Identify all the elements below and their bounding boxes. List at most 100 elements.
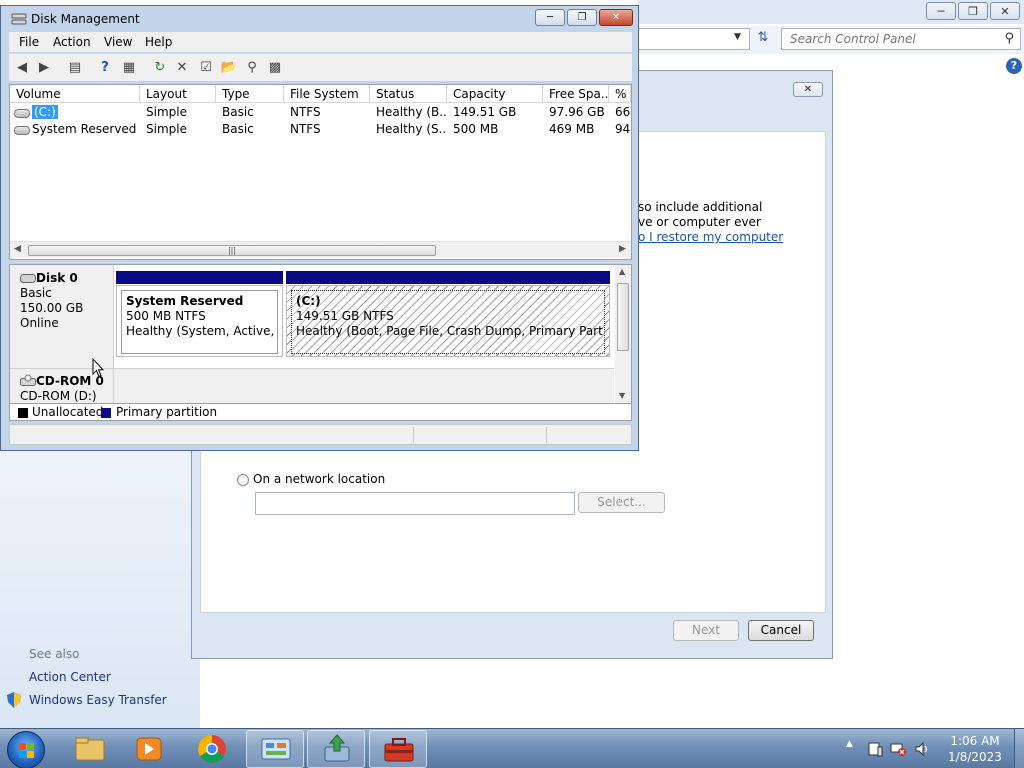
partition-name: System Reserved — [126, 294, 244, 308]
volume-name-c[interactable]: (C:) — [32, 105, 58, 119]
row-percent-free: 66 — [615, 105, 631, 119]
chevron-down-icon[interactable]: ▼ — [734, 32, 741, 42]
restore-computer-link[interactable]: o I restore my computer — [638, 230, 783, 244]
menu-action[interactable]: Action — [53, 35, 91, 49]
row-type: Basic — [222, 105, 254, 119]
show-desktop-button[interactable] — [1014, 729, 1024, 768]
column-header-volume[interactable]: Volume — [10, 85, 140, 103]
close-button[interactable]: ✕ — [990, 2, 1020, 20]
checklist-icon[interactable]: ☑ — [197, 59, 215, 77]
menu-file[interactable]: File — [19, 35, 39, 49]
column-header-percent-free[interactable]: % F — [609, 85, 631, 103]
dialog-close-button[interactable]: ✕ — [793, 82, 823, 97]
restore-button[interactable]: ❐ — [567, 9, 597, 26]
horizontal-scrollbar[interactable]: ◀ ||| ▶ — [10, 241, 631, 258]
mouse-cursor-icon — [92, 358, 104, 378]
taskbar-control-panel-button[interactable] — [246, 730, 304, 768]
status-separator — [413, 427, 414, 443]
network-location-label: On a network location — [253, 472, 386, 486]
search-icon[interactable]: ⚲ — [1004, 31, 1014, 46]
partition-legend: Unallocated Primary partition — [9, 404, 632, 421]
table-row[interactable]: System Reserved — [32, 122, 136, 136]
row-status: Healthy (S... — [376, 122, 446, 136]
scroll-up-icon[interactable]: ▲ — [619, 267, 625, 276]
network-location-input[interactable] — [255, 492, 575, 515]
taskbar-media-player-button[interactable] — [120, 730, 178, 768]
help-icon[interactable]: ? — [96, 59, 114, 77]
row-free-space: 469 MB — [549, 122, 595, 136]
scroll-right-icon[interactable]: ▶ — [619, 244, 626, 254]
taskbar-disk-management-button[interactable] — [369, 730, 427, 768]
menu-view[interactable]: View — [104, 35, 132, 49]
back-icon[interactable]: ◀ — [13, 59, 31, 77]
wizard-text-line2: ve or computer ever — [638, 215, 761, 229]
partition-status: Healthy (Boot, Page File, Crash Dump, Pr… — [296, 324, 605, 338]
windows-easy-transfer-link[interactable]: Windows Easy Transfer — [29, 693, 167, 707]
vertical-scroll-thumb[interactable] — [617, 283, 629, 351]
system-clock[interactable]: 1:06 AM 1/8/2023 — [940, 733, 1010, 765]
control-panel-icon — [261, 738, 291, 760]
volume-icon[interactable] — [914, 741, 930, 757]
column-header-status[interactable]: Status — [370, 85, 447, 103]
disk-management-titlebar[interactable]: Disk Management ─ ❐ ✕ — [1, 6, 638, 32]
column-header-capacity[interactable]: Capacity — [447, 85, 543, 103]
menu-bar: File Action View Help — [9, 32, 632, 52]
vertical-scrollbar[interactable]: ▲ ▼ — [615, 265, 631, 403]
legend-unallocated: Unallocated — [32, 405, 104, 419]
properties-icon[interactable]: ▦ — [120, 59, 138, 77]
taskbar: ▲ 1:06 AM 1/8/2023 — [0, 728, 1024, 768]
table-row[interactable]: (C:) — [32, 105, 58, 119]
show-hidden-icons-icon[interactable]: ▲ — [846, 739, 853, 749]
disk-0-label[interactable]: Disk 0 Basic 150.00 GB Online — [10, 265, 114, 368]
row-layout: Simple — [146, 122, 187, 136]
network-location-radio[interactable] — [237, 474, 249, 486]
close-button[interactable]: ✕ — [599, 9, 633, 26]
network-icon[interactable] — [890, 741, 906, 757]
select-button[interactable]: Select... — [578, 492, 665, 513]
cancel-button[interactable]: Cancel — [748, 620, 814, 641]
help-icon[interactable]: ? — [1006, 58, 1022, 74]
minimize-button[interactable]: ─ — [926, 2, 956, 20]
volume-disk-icon — [14, 109, 30, 118]
row-file-system: NTFS — [290, 105, 321, 119]
restore-button[interactable]: ❐ — [958, 2, 988, 20]
start-button[interactable] — [7, 731, 45, 768]
horizontal-scroll-thumb[interactable]: ||| — [28, 245, 436, 256]
column-header-type[interactable]: Type — [216, 85, 284, 103]
left-pane — [0, 450, 200, 728]
menu-help[interactable]: Help — [145, 35, 172, 49]
partition-system-reserved[interactable]: System Reserved 500 MB NTFS Healthy (Sys… — [116, 285, 283, 357]
next-button[interactable]: Next — [673, 620, 739, 641]
minimize-button[interactable]: ─ — [535, 9, 565, 26]
row-file-system: NTFS — [290, 122, 321, 136]
disk-size: 150.00 GB — [20, 301, 84, 315]
column-header-layout[interactable]: Layout — [140, 85, 216, 103]
scroll-left-icon[interactable]: ◀ — [14, 244, 21, 254]
status-separator — [546, 427, 547, 443]
console-tree-icon[interactable]: ▤ — [66, 59, 84, 77]
row-type: Basic — [222, 122, 254, 136]
disk-name: Disk 0 — [36, 271, 78, 285]
action-center-flag-icon[interactable] — [867, 741, 883, 757]
open-folder-icon[interactable]: 📂 — [220, 59, 238, 77]
forward-icon[interactable]: ▶ — [35, 59, 53, 77]
taskbar-explorer-button[interactable] — [60, 730, 118, 768]
scroll-down-icon[interactable]: ▼ — [619, 391, 625, 400]
partition-c[interactable]: (C:) 149.51 GB NTFS Healthy (Boot, Page … — [286, 285, 610, 357]
refresh-icon[interactable]: ↻ — [151, 59, 169, 77]
search-input[interactable]: Search Control Panel ⚲ — [781, 28, 1021, 50]
unallocated-swatch — [18, 408, 28, 418]
column-header-file-system[interactable]: File System — [284, 85, 370, 103]
refresh-icon[interactable]: ⇅ — [752, 30, 774, 48]
search-disk-icon[interactable]: ⚲ — [243, 59, 261, 77]
taskbar-chrome-button[interactable] — [183, 730, 241, 768]
disk-graphical-view: Disk 0 Basic 150.00 GB Online System Res… — [9, 264, 632, 404]
column-header-free-space[interactable]: Free Spa... — [543, 85, 609, 103]
taskbar-backup-button[interactable] — [307, 730, 365, 768]
action-center-link[interactable]: Action Center — [29, 670, 111, 684]
row-layout: Simple — [146, 105, 187, 119]
cdrom-drive: CD-ROM (D:) — [20, 389, 97, 403]
delete-icon[interactable]: ✕ — [173, 59, 191, 77]
grid-icon[interactable]: ▩ — [266, 59, 284, 77]
primary-partition-swatch — [101, 408, 111, 418]
